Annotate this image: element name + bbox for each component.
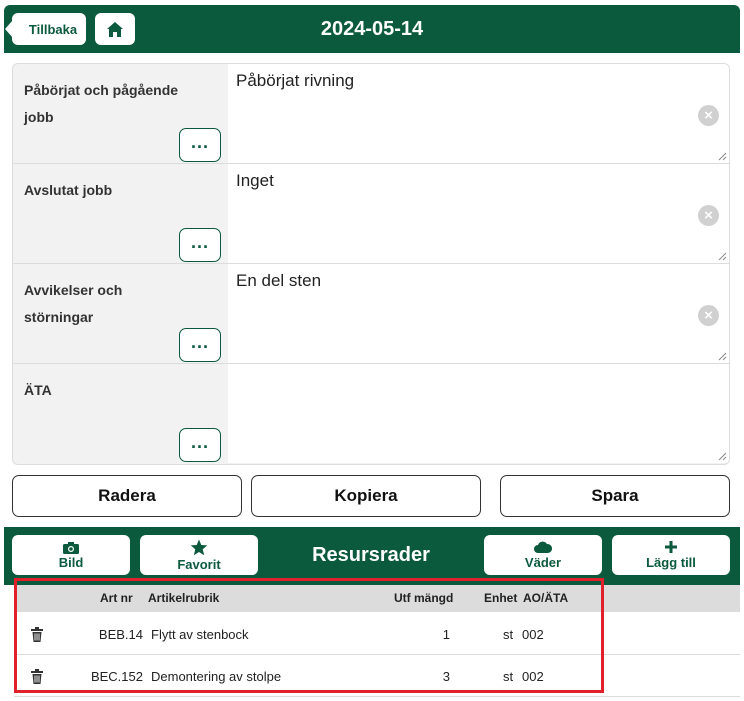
- field-row-ongoing-jobs: Påbörjat och pågående jobb ... Påbörjat …: [13, 64, 729, 164]
- field-label-line: Påbörjat och pågående: [24, 82, 179, 98]
- table-header: Art nr Artikelrubrik Utf mängd Enhet AO/…: [14, 585, 740, 612]
- back-button[interactable]: Tillbaka: [5, 13, 86, 45]
- cell-ao-ata: 002: [522, 627, 544, 642]
- cell-art-nr: BEB.14: [98, 627, 143, 642]
- star-icon: [190, 539, 208, 555]
- add-button[interactable]: Lägg till: [612, 535, 730, 575]
- resource-toolbar: Bild Favorit Resursrader Väder Lägg till: [4, 527, 740, 585]
- favorite-button-label: Favorit: [177, 556, 221, 572]
- cell-rubrik: Demontering av stolpe: [151, 669, 282, 684]
- clear-icon[interactable]: ×: [698, 305, 719, 326]
- cell-ao-ata: 002: [522, 669, 544, 684]
- cloud-icon: [534, 541, 553, 553]
- finished-jobs-text: Inget: [236, 171, 274, 190]
- ata-textarea[interactable]: [228, 364, 729, 463]
- field-row-ata: ÄTA ...: [13, 364, 729, 464]
- field-row-deviations: Avvikelser och störningar ... En del ste…: [13, 264, 729, 364]
- delete-button[interactable]: Radera: [12, 475, 242, 517]
- ata-more-button[interactable]: ...: [179, 428, 221, 462]
- top-bar: 2024-05-14 Tillbaka: [4, 5, 740, 53]
- resource-table: Art nr Artikelrubrik Utf mängd Enhet AO/…: [4, 585, 740, 697]
- weather-button[interactable]: Väder: [484, 535, 602, 575]
- field-label-ata: ÄTA: [24, 382, 52, 398]
- save-button[interactable]: Spara: [500, 475, 730, 517]
- resource-section-title: Resursrader: [312, 544, 430, 566]
- home-icon: [107, 21, 123, 37]
- cell-enhet: st: [503, 669, 514, 684]
- form-actions: Radera Kopiera Spara: [0, 475, 744, 517]
- finished-jobs-more-button[interactable]: ...: [179, 228, 221, 262]
- trash-icon[interactable]: [31, 627, 43, 642]
- back-button-label: Tillbaka: [28, 21, 78, 37]
- plus-icon: [665, 541, 677, 553]
- back-arrow-icon: [5, 20, 13, 38]
- column-header-art-nr[interactable]: Art nr: [100, 591, 133, 605]
- field-row-finished-jobs: Avslutat jobb ... Inget ×: [13, 164, 729, 264]
- deviations-more-button[interactable]: ...: [179, 328, 221, 362]
- field-label-deviations: Avvikelser och störningar: [24, 282, 123, 325]
- clear-icon[interactable]: ×: [698, 205, 719, 226]
- daily-report-form: Påbörjat och pågående jobb ... Påbörjat …: [12, 63, 730, 465]
- favorite-button[interactable]: Favorit: [140, 535, 258, 575]
- table-row[interactable]: BEB.14 Flytt av stenbock 1 st 002: [14, 613, 740, 655]
- photo-button[interactable]: Bild: [12, 535, 130, 575]
- trash-icon[interactable]: [31, 669, 43, 684]
- copy-button[interactable]: Kopiera: [251, 475, 481, 517]
- resize-handle-icon[interactable]: [718, 152, 727, 161]
- cell-rubrik: Flytt av stenbock: [151, 627, 249, 642]
- column-header-rubrik[interactable]: Artikelrubrik: [148, 591, 219, 605]
- clear-icon[interactable]: ×: [698, 105, 719, 126]
- ongoing-jobs-more-button[interactable]: ...: [179, 128, 221, 162]
- field-label-ongoing-jobs: Påbörjat och pågående jobb: [24, 77, 194, 131]
- weather-button-label: Väder: [524, 554, 562, 570]
- resize-handle-icon[interactable]: [718, 252, 727, 261]
- field-label-finished-jobs: Avslutat jobb: [24, 182, 113, 198]
- table-row[interactable]: BEC.152 Demontering av stolpe 3 st 002: [14, 655, 740, 697]
- photo-button-label: Bild: [58, 554, 84, 570]
- cell-mangd: 1: [442, 627, 450, 642]
- resize-handle-icon[interactable]: [718, 352, 727, 361]
- ongoing-jobs-text: Påbörjat rivning: [236, 71, 355, 90]
- ongoing-jobs-textarea[interactable]: Påbörjat rivning ×: [228, 64, 729, 163]
- deviations-text: En del sten: [236, 271, 322, 290]
- camera-icon: [63, 541, 79, 554]
- add-button-label: Lägg till: [646, 555, 696, 570]
- column-header-ao-ata[interactable]: AO/ÄTA: [523, 591, 568, 605]
- home-button[interactable]: [95, 13, 135, 45]
- cell-enhet: st: [503, 627, 514, 642]
- cell-art-nr: BEC.152: [90, 669, 143, 684]
- finished-jobs-textarea[interactable]: Inget ×: [228, 164, 729, 263]
- field-label-line: jobb: [24, 109, 54, 125]
- cell-mangd: 3: [442, 669, 450, 684]
- column-header-enhet[interactable]: Enhet: [484, 591, 517, 605]
- resize-handle-icon[interactable]: [718, 452, 727, 461]
- column-header-mangd[interactable]: Utf mängd: [394, 591, 453, 605]
- deviations-textarea[interactable]: En del sten ×: [228, 264, 729, 363]
